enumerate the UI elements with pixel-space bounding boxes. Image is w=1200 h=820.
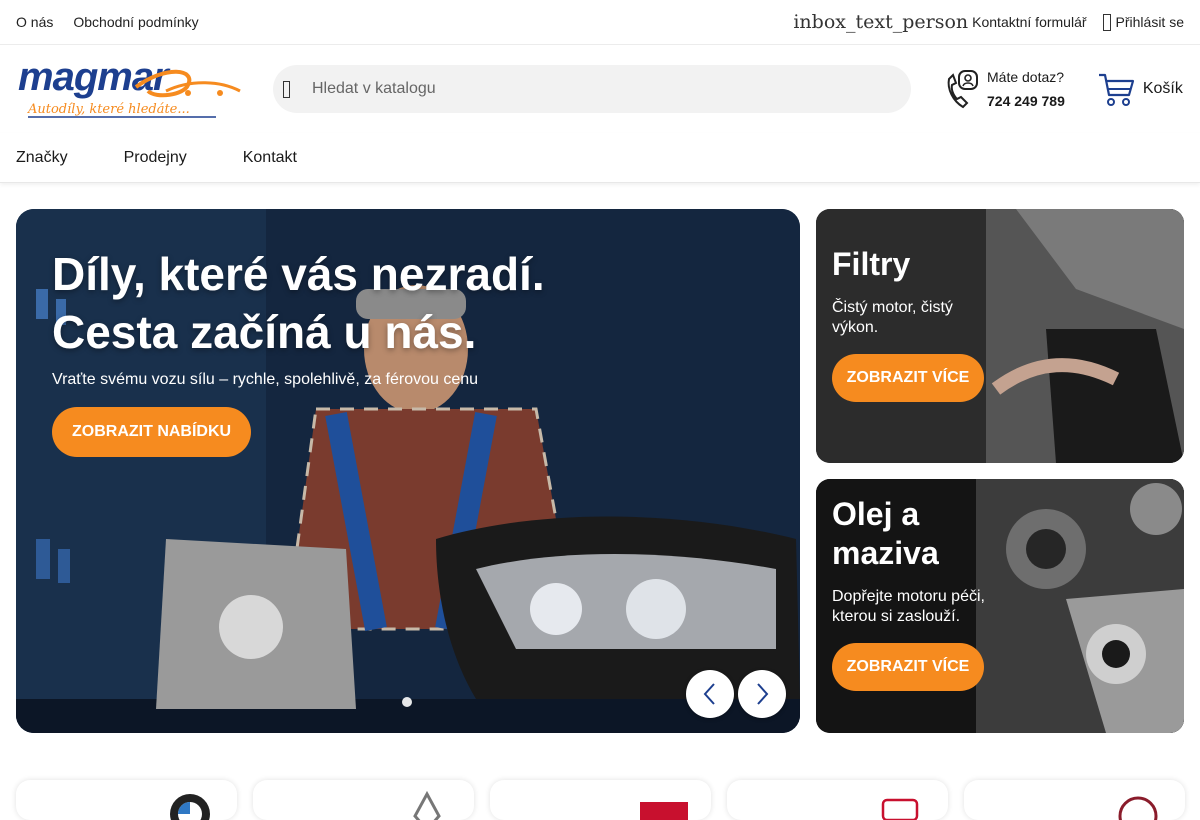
nav-item-znacky[interactable]: Značky — [16, 149, 68, 167]
slider-prev-button[interactable] — [686, 670, 734, 718]
seat-logo-icon — [640, 802, 688, 820]
hero-title-line-2: Cesta začíná u nás. — [52, 306, 477, 358]
magmar-logo: magmar Autodíly, které hledáte... — [18, 55, 241, 118]
nav-item-prodejny[interactable]: Prodejny — [124, 149, 187, 167]
cart-button[interactable]: Košík — [1097, 71, 1183, 107]
chevron-right-icon — [757, 683, 769, 705]
hero-cta-button[interactable]: ZOBRAZIT NABÍDKU — [52, 407, 252, 457]
hero-slider: Díly, které vás nezradí. Cesta začíná u … — [16, 209, 800, 733]
logo-tagline: Autodíly, které hledáte... — [27, 102, 190, 117]
renault-logo-icon — [413, 790, 441, 820]
login-link[interactable]: Přihlásit se — [1102, 13, 1184, 31]
search-input[interactable] — [312, 80, 872, 98]
slider-next-button[interactable] — [738, 670, 786, 718]
category-card-filtry[interactable]: Filtry Čistý motor, čistý výkon. ZOBRAZI… — [816, 209, 1184, 463]
header: magmar Autodíly, které hledáte... Máte d… — [0, 45, 1200, 133]
olej-content: Olej a maziva Dopřejte motoru péči, kter… — [832, 495, 992, 691]
hero-title: Díly, které vás nezradí. Cesta začíná u … — [52, 245, 545, 361]
contact-form-icon-ligature: inbox_text_person — [793, 11, 969, 33]
filtry-button[interactable]: ZOBRAZIT VÍCE — [832, 354, 984, 402]
top-actions: inbox_text_person Kontaktní formulář Při… — [793, 11, 1184, 33]
search-bar[interactable] — [273, 65, 911, 113]
category-card-olej[interactable]: Olej a maziva Dopřejte motoru péči, kter… — [816, 479, 1184, 733]
contact-block[interactable]: Máte dotaz? 724 249 789 — [943, 65, 1065, 113]
user-icon — [1102, 13, 1111, 31]
card-title-olej: Olej a maziva — [832, 496, 939, 571]
cart-label: Košík — [1142, 80, 1183, 97]
link-obchodni-podminky[interactable]: Obchodní podmínky — [73, 14, 198, 30]
link-o-nas[interactable]: O nás — [16, 14, 53, 30]
brand-card-brand-4[interactable] — [727, 780, 948, 820]
bmw-logo-icon — [170, 794, 210, 820]
hero-content: Díly, které vás nezradí. Cesta začíná u … — [52, 245, 545, 457]
brand-strip — [16, 780, 1185, 820]
brand-card-renault[interactable] — [253, 780, 474, 820]
search-icon[interactable] — [283, 80, 290, 98]
brand-card-brand-5[interactable] — [964, 780, 1185, 820]
contact-form-link[interactable]: Kontaktní formulář — [972, 14, 1086, 30]
contact-phone[interactable]: 724 249 789 — [987, 89, 1065, 113]
nav-item-kontakt[interactable]: Kontakt — [243, 149, 297, 167]
brand-card-bmw[interactable] — [16, 780, 237, 820]
top-links: O nás Obchodní podmínky — [16, 14, 199, 30]
phone-icon — [947, 70, 978, 109]
olej-button[interactable]: ZOBRAZIT VÍCE — [832, 643, 984, 691]
top-bar: O nás Obchodní podmínky inbox_text_perso… — [0, 0, 1200, 45]
brand-card-seat[interactable] — [490, 780, 711, 820]
card-title-filtry: Filtry — [832, 246, 911, 282]
hero-subtitle: Vraťte svému vozu sílu – rychle, spolehl… — [52, 371, 479, 388]
brand-logo-icon — [881, 798, 919, 820]
brand-logo-icon — [1118, 796, 1158, 820]
chevron-left-icon — [703, 683, 715, 705]
card-desc-filtry: Čistý motor, čistý výkon. — [832, 299, 953, 336]
slider-dot[interactable] — [402, 697, 412, 707]
hero-title-line-1: Díly, které vás nezradí. — [52, 248, 545, 300]
contact-question: Máte dotaz? — [987, 69, 1065, 85]
cart-icon — [1098, 73, 1134, 106]
main-nav: Značky Prodejny Kontakt — [0, 133, 1200, 183]
login-label: Přihlásit se — [1115, 14, 1184, 30]
filtry-content: Filtry Čistý motor, čistý výkon. ZOBRAZI… — [832, 245, 992, 402]
logo[interactable]: magmar Autodíly, které hledáte... — [16, 55, 244, 121]
card-desc-olej: Dopřejte motoru péči, kterou si zaslouží… — [832, 588, 985, 625]
